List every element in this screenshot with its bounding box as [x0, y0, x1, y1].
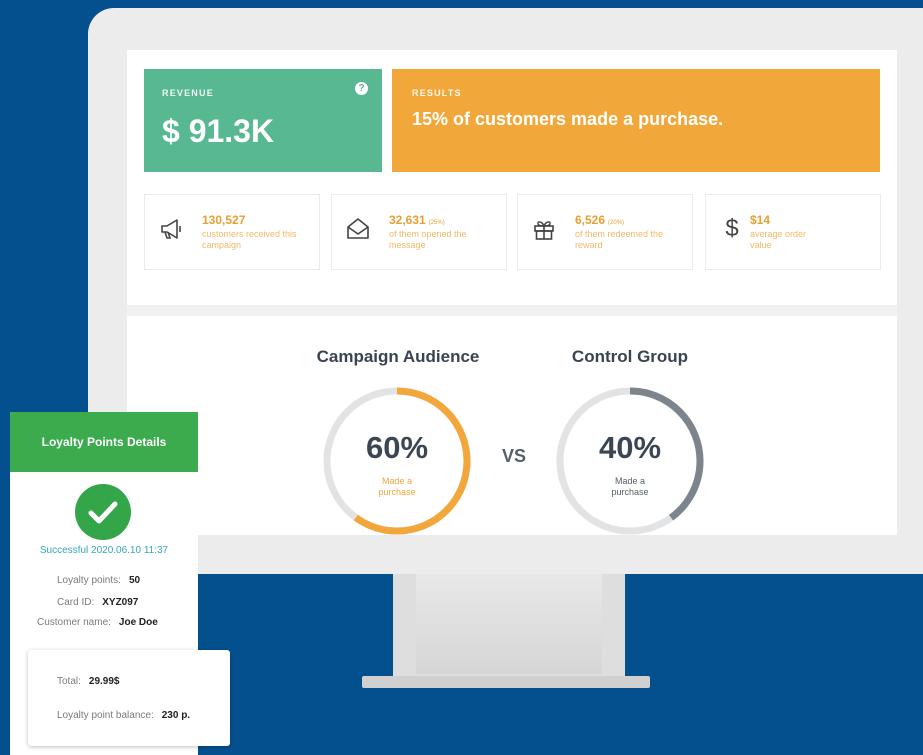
card-id-row: Card ID: XYZ097: [57, 597, 139, 608]
stat-value: 6,526 (20%): [575, 213, 625, 227]
results-card: RESULTS 15% of customers made a purchase…: [392, 69, 880, 172]
stat-card-opened: 32,631 (25%) of them opened the message: [331, 194, 507, 270]
gift-icon: [534, 221, 554, 240]
checkmark-icon: [75, 484, 131, 540]
revenue-card: REVENUE ? $ 91.3K: [144, 69, 382, 172]
gauge-value: 40%: [598, 430, 662, 465]
control-group-title: Control Group: [571, 347, 689, 366]
stat-card-order-value: $ $14 average order value: [705, 194, 881, 270]
gauge-caption: Made a purchase: [378, 476, 416, 497]
gauge-value: 60%: [365, 430, 429, 465]
stat-card-redeemed: 6,526 (20%) of them redeemed the reward: [517, 194, 693, 270]
total-row: Total: 29.99$: [57, 676, 120, 687]
stat-description: of them redeemed the reward: [575, 229, 664, 250]
success-status: Successful 2020.06.10 11:37: [39, 545, 169, 556]
loyalty-title: Loyalty Points Details: [10, 412, 198, 472]
stat-card-received: 130,527 customers received this campaign: [144, 194, 320, 270]
gauge-caption: Made a purchase: [611, 476, 649, 497]
megaphone-icon: [161, 219, 181, 239]
help-icon[interactable]: ?: [355, 82, 368, 95]
loyalty-points-row: Loyalty points: 50: [57, 575, 141, 586]
stat-description: of them opened the message: [389, 229, 467, 250]
monitor-base: [362, 676, 650, 688]
revenue-label: REVENUE: [162, 88, 214, 98]
campaign-audience-gauge: 60% Made a purchase: [322, 386, 472, 536]
comparison-panel: [127, 316, 897, 535]
results-label: RESULTS: [412, 88, 462, 98]
monitor-stand-shade: [416, 574, 602, 674]
control-group-gauge: 40% Made a purchase: [555, 386, 705, 536]
customer-name-row: Customer name: Joe Doe: [37, 617, 158, 628]
stat-value: $14: [750, 213, 771, 227]
stat-value: 130,527: [202, 213, 246, 227]
stat-description: customers received this campaign: [202, 229, 297, 250]
balance-row: Loyalty point balance: 230 p.: [57, 710, 191, 721]
revenue-value: $ 91.3K: [162, 113, 275, 149]
campaign-audience-title: Campaign Audience: [316, 347, 480, 366]
totals-card: [28, 650, 230, 746]
envelope-open-icon: [347, 218, 369, 239]
results-text: 15% of customers made a purchase.: [412, 109, 724, 129]
stat-description: average order value: [750, 229, 807, 250]
vs-label: VS: [501, 446, 526, 466]
stat-value: 32,631 (25%): [389, 213, 445, 227]
dollar-icon: $: [725, 215, 739, 242]
